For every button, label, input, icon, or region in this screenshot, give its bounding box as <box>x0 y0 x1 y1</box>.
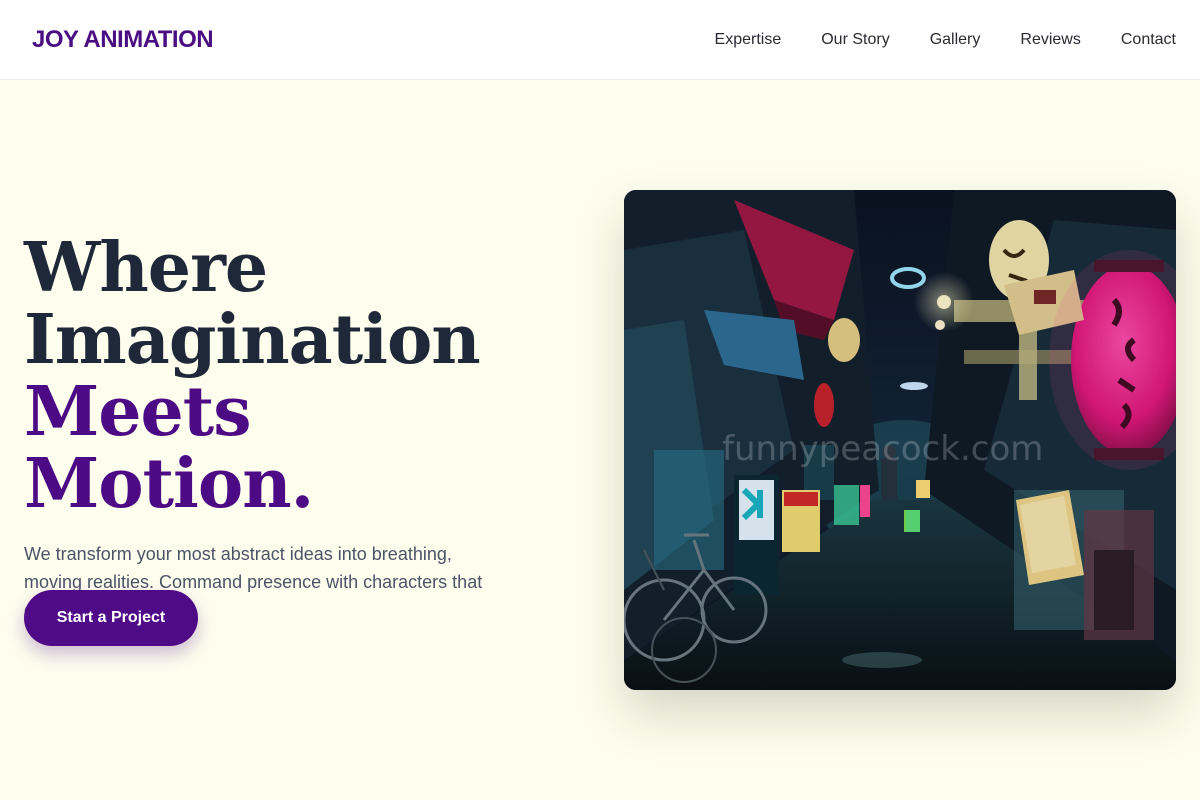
nav-link-reviews[interactable]: Reviews <box>1020 31 1080 49</box>
site-header: JOY ANIMATION Expertise Our Story Galler… <box>0 0 1200 80</box>
nav-link-contact[interactable]: Contact <box>1121 31 1176 49</box>
nav-link-expertise[interactable]: Expertise <box>715 31 782 49</box>
nav-link-gallery[interactable]: Gallery <box>930 31 981 49</box>
hero-image: funnypeacock.com <box>624 190 1176 690</box>
nav-link-our-story[interactable]: Our Story <box>821 31 889 49</box>
headline-line-1: Where <box>24 228 268 308</box>
start-project-button[interactable]: Start a Project <box>24 590 198 646</box>
brand-logo[interactable]: JOY ANIMATION <box>32 24 214 56</box>
main-nav: Expertise Our Story Gallery Reviews Cont… <box>715 0 1176 80</box>
headline-line-3-accent: Meets Motion. <box>24 372 314 524</box>
hero-text: Where Imagination Meets Motion. We trans… <box>24 232 544 624</box>
neon-alley-illustration: funnypeacock.com <box>624 190 1176 690</box>
hero-headline: Where Imagination Meets Motion. <box>24 232 544 520</box>
image-watermark: funnypeacock.com <box>722 429 1043 469</box>
headline-line-2: Imagination <box>24 300 481 380</box>
